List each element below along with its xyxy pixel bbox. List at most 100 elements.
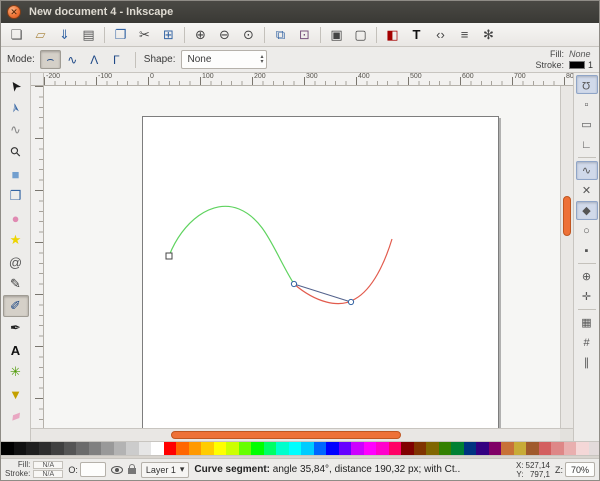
group-objects[interactable]: ▣ (325, 25, 348, 45)
palette-swatch[interactable] (64, 442, 77, 455)
palette-swatch[interactable] (176, 442, 189, 455)
duplicate[interactable]: ⧉ (269, 25, 292, 45)
rectangle-tool[interactable]: ■ (3, 163, 29, 185)
horizontal-scrollbar[interactable] (44, 429, 560, 441)
bezier-path-drawn[interactable] (169, 206, 294, 284)
box3d-tool[interactable]: ❒ (3, 185, 29, 207)
text-dialog[interactable]: T (405, 25, 428, 45)
zoom-out[interactable]: ⊖ (213, 25, 236, 45)
snap-object-centers[interactable]: ⊕ (576, 267, 598, 286)
palette-swatch[interactable] (189, 442, 202, 455)
print[interactable]: ▤ (77, 25, 100, 45)
opacity-input[interactable] (80, 462, 106, 477)
palette-swatch[interactable] (589, 442, 600, 455)
palette-swatch[interactable] (114, 442, 127, 455)
palette-swatch[interactable] (89, 442, 102, 455)
eraser-tool[interactable]: ▰ (3, 405, 29, 427)
vertical-scrollbar-thumb[interactable] (563, 196, 571, 236)
titlebar[interactable]: ✕ New document 4 - Inkscape (1, 1, 599, 23)
palette-swatch[interactable] (514, 442, 527, 455)
layer-selector[interactable]: Layer 1 ▾ (141, 462, 190, 478)
palette-swatch[interactable] (301, 442, 314, 455)
palette-swatch[interactable] (339, 442, 352, 455)
path-circle-node[interactable] (348, 299, 353, 304)
mode-bezier[interactable]: ⌢ (40, 50, 61, 69)
create-clone[interactable]: ⊡ (293, 25, 316, 45)
palette-swatch[interactable] (539, 442, 552, 455)
palette-swatch[interactable] (326, 442, 339, 455)
vertical-scrollbar[interactable] (560, 86, 573, 428)
palette-swatch[interactable] (276, 442, 289, 455)
palette-swatch[interactable] (364, 442, 377, 455)
palette-swatch[interactable] (251, 442, 264, 455)
layer-visibility-icon[interactable] (111, 466, 123, 474)
star-tool[interactable]: ★ (3, 229, 29, 251)
paint-bucket-tool[interactable]: ▼ (3, 383, 29, 405)
snap-bbox-edges[interactable]: ▭ (576, 115, 598, 134)
zoom-tool[interactable]: ⚲ (3, 141, 29, 163)
snap-toggle[interactable]: Ω (576, 75, 598, 94)
palette-swatch[interactable] (39, 442, 52, 455)
palette-swatch[interactable] (264, 442, 277, 455)
palette-swatch[interactable] (376, 442, 389, 455)
palette-swatch[interactable] (526, 442, 539, 455)
spinner-arrows-icon[interactable]: ▴ ▾ (260, 55, 263, 65)
align-dialog[interactable]: ≡ (453, 25, 476, 45)
palette-swatch[interactable] (51, 442, 64, 455)
palette-swatch[interactable] (401, 442, 414, 455)
pencil-tool[interactable]: ✎ (3, 273, 29, 295)
zoom-page[interactable]: ⊙ (237, 25, 260, 45)
path-square-node[interactable] (166, 253, 172, 259)
paste[interactable]: ⊞ (157, 25, 180, 45)
canvas[interactable] (44, 86, 560, 428)
zoom-in[interactable]: ⊕ (189, 25, 212, 45)
ungroup-objects[interactable]: ▢ (349, 25, 372, 45)
snap-page-border[interactable]: ▦ (576, 313, 598, 332)
path-circle-node[interactable] (291, 281, 296, 286)
pen-tool[interactable]: ✐ (3, 295, 29, 317)
palette-swatch[interactable] (451, 442, 464, 455)
calligraphy-tool[interactable]: ✒ (3, 317, 29, 339)
open-folder[interactable]: ▱ (29, 25, 52, 45)
palette-swatch[interactable] (564, 442, 577, 455)
opacity-control[interactable]: O: (68, 462, 106, 477)
stroke-color-swatch[interactable] (569, 61, 585, 69)
snap-grids[interactable]: # (576, 333, 598, 352)
palette-swatch[interactable] (76, 442, 89, 455)
layer-lock-icon[interactable] (128, 468, 136, 474)
spray-tool[interactable]: ✳ (3, 361, 29, 383)
palette-swatch[interactable] (414, 442, 427, 455)
snap-guides[interactable]: ∥ (576, 353, 598, 372)
save-document[interactable]: ⇓ (53, 25, 76, 45)
snap-bbox[interactable]: ▫ (576, 95, 598, 114)
palette-swatch[interactable] (314, 442, 327, 455)
snap-midpoints[interactable]: ▪ (576, 241, 598, 260)
fill-stroke-indicator[interactable]: Fill: N/A Stroke: N/A (5, 461, 63, 478)
palette-swatch[interactable] (351, 442, 364, 455)
preferences[interactable]: ✻ (477, 25, 500, 45)
new-document[interactable]: ❏ (5, 25, 28, 45)
close-button[interactable]: ✕ (7, 5, 21, 19)
spiral-tool[interactable]: @ (3, 251, 29, 273)
cut[interactable]: ✂ (133, 25, 156, 45)
xml-editor[interactable]: ‹› (429, 25, 452, 45)
palette-swatch[interactable] (489, 442, 502, 455)
palette-swatch[interactable] (426, 442, 439, 455)
palette-swatch[interactable] (26, 442, 39, 455)
palette-swatch[interactable] (501, 442, 514, 455)
mode-paraxial-lines[interactable]: Γ (106, 50, 127, 69)
text-tool[interactable]: A (3, 339, 29, 361)
palette-swatch[interactable] (464, 442, 477, 455)
spin-down-icon[interactable]: ▾ (260, 60, 263, 65)
snap-cusp-nodes[interactable]: ◆ (576, 201, 598, 220)
vertical-ruler[interactable] (31, 86, 44, 428)
snap-bbox-corners[interactable]: ∟ (576, 135, 598, 154)
palette-swatch[interactable] (201, 442, 214, 455)
copy[interactable]: ❐ (109, 25, 132, 45)
palette-swatch[interactable] (164, 442, 177, 455)
new-object-style-indicator[interactable]: Fill: None Stroke: 1 (535, 49, 593, 70)
mode-straight-lines[interactable]: Λ (84, 50, 105, 69)
node-tool[interactable]: ➢ (3, 97, 29, 119)
snap-path-intersections[interactable]: ✕ (576, 181, 598, 200)
ellipse-tool[interactable]: ● (3, 207, 29, 229)
